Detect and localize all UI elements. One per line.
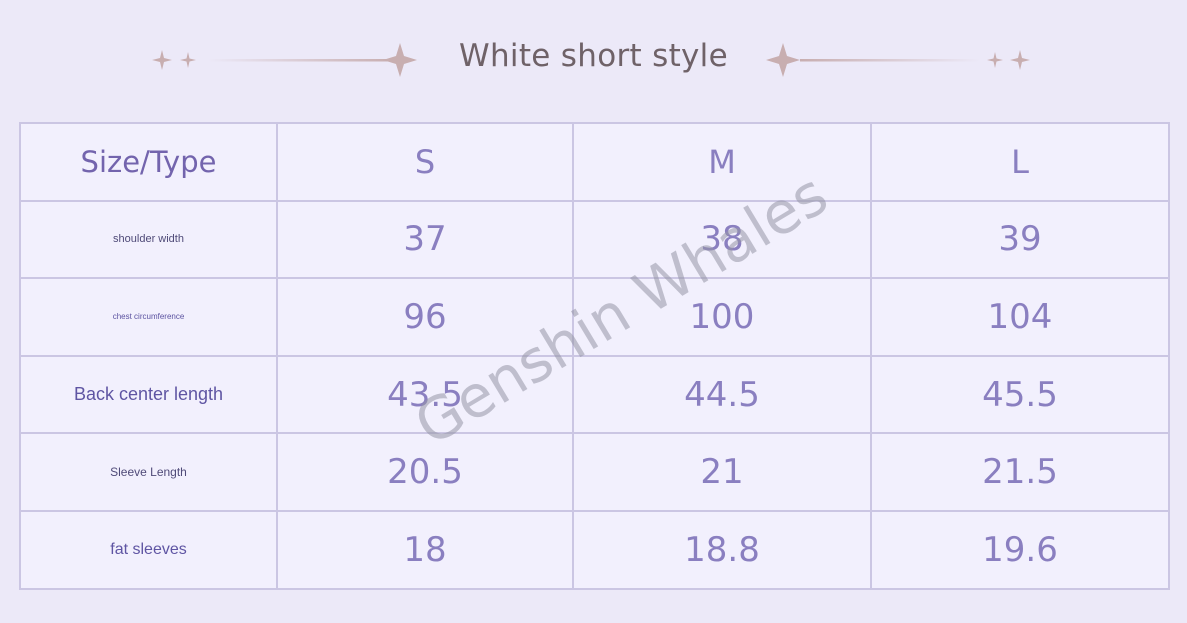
cell-value: 39 [870,199,1170,280]
cell-value: 37 [276,199,574,280]
header-size-m: M [572,122,872,202]
cell-value: 21 [572,432,872,512]
header-size-s: S [276,122,574,202]
cell-value: 18.8 [572,509,872,590]
cell-value: 104 [870,277,1170,357]
cell-value: 44.5 [572,354,872,435]
table-header-row: Size/Type S M L [19,122,1170,202]
row-label: shoulder width [19,199,278,280]
cell-value: 43.5 [276,354,574,435]
table-row: chest circumference 96 100 104 [19,277,1170,357]
row-label: Sleeve Length [19,432,278,512]
row-label: Back center length [19,354,278,435]
cell-value: 96 [276,277,574,357]
size-table: Size/Type S M L shoulder width 37 38 39 … [19,122,1170,590]
title-row: White short style [0,28,1187,92]
header-size-l: L [870,122,1170,202]
table-row: Sleeve Length 20.5 21 21.5 [19,432,1170,512]
row-label: chest circumference [19,277,278,357]
row-label: fat sleeves [19,509,278,590]
cell-value: 21.5 [870,432,1170,512]
cell-value: 45.5 [870,354,1170,435]
cell-value: 18 [276,509,574,590]
sparkle-divider-right-icon [766,43,1030,77]
cell-value: 20.5 [276,432,574,512]
cell-value: 100 [572,277,872,357]
cell-value: 38 [572,199,872,280]
table-row: fat sleeves 18 18.8 19.6 [19,509,1170,590]
cell-value: 19.6 [870,509,1170,590]
table-row: shoulder width 37 38 39 [19,199,1170,280]
table-row: Back center length 43.5 44.5 45.5 [19,354,1170,435]
header-size-type: Size/Type [19,122,278,202]
